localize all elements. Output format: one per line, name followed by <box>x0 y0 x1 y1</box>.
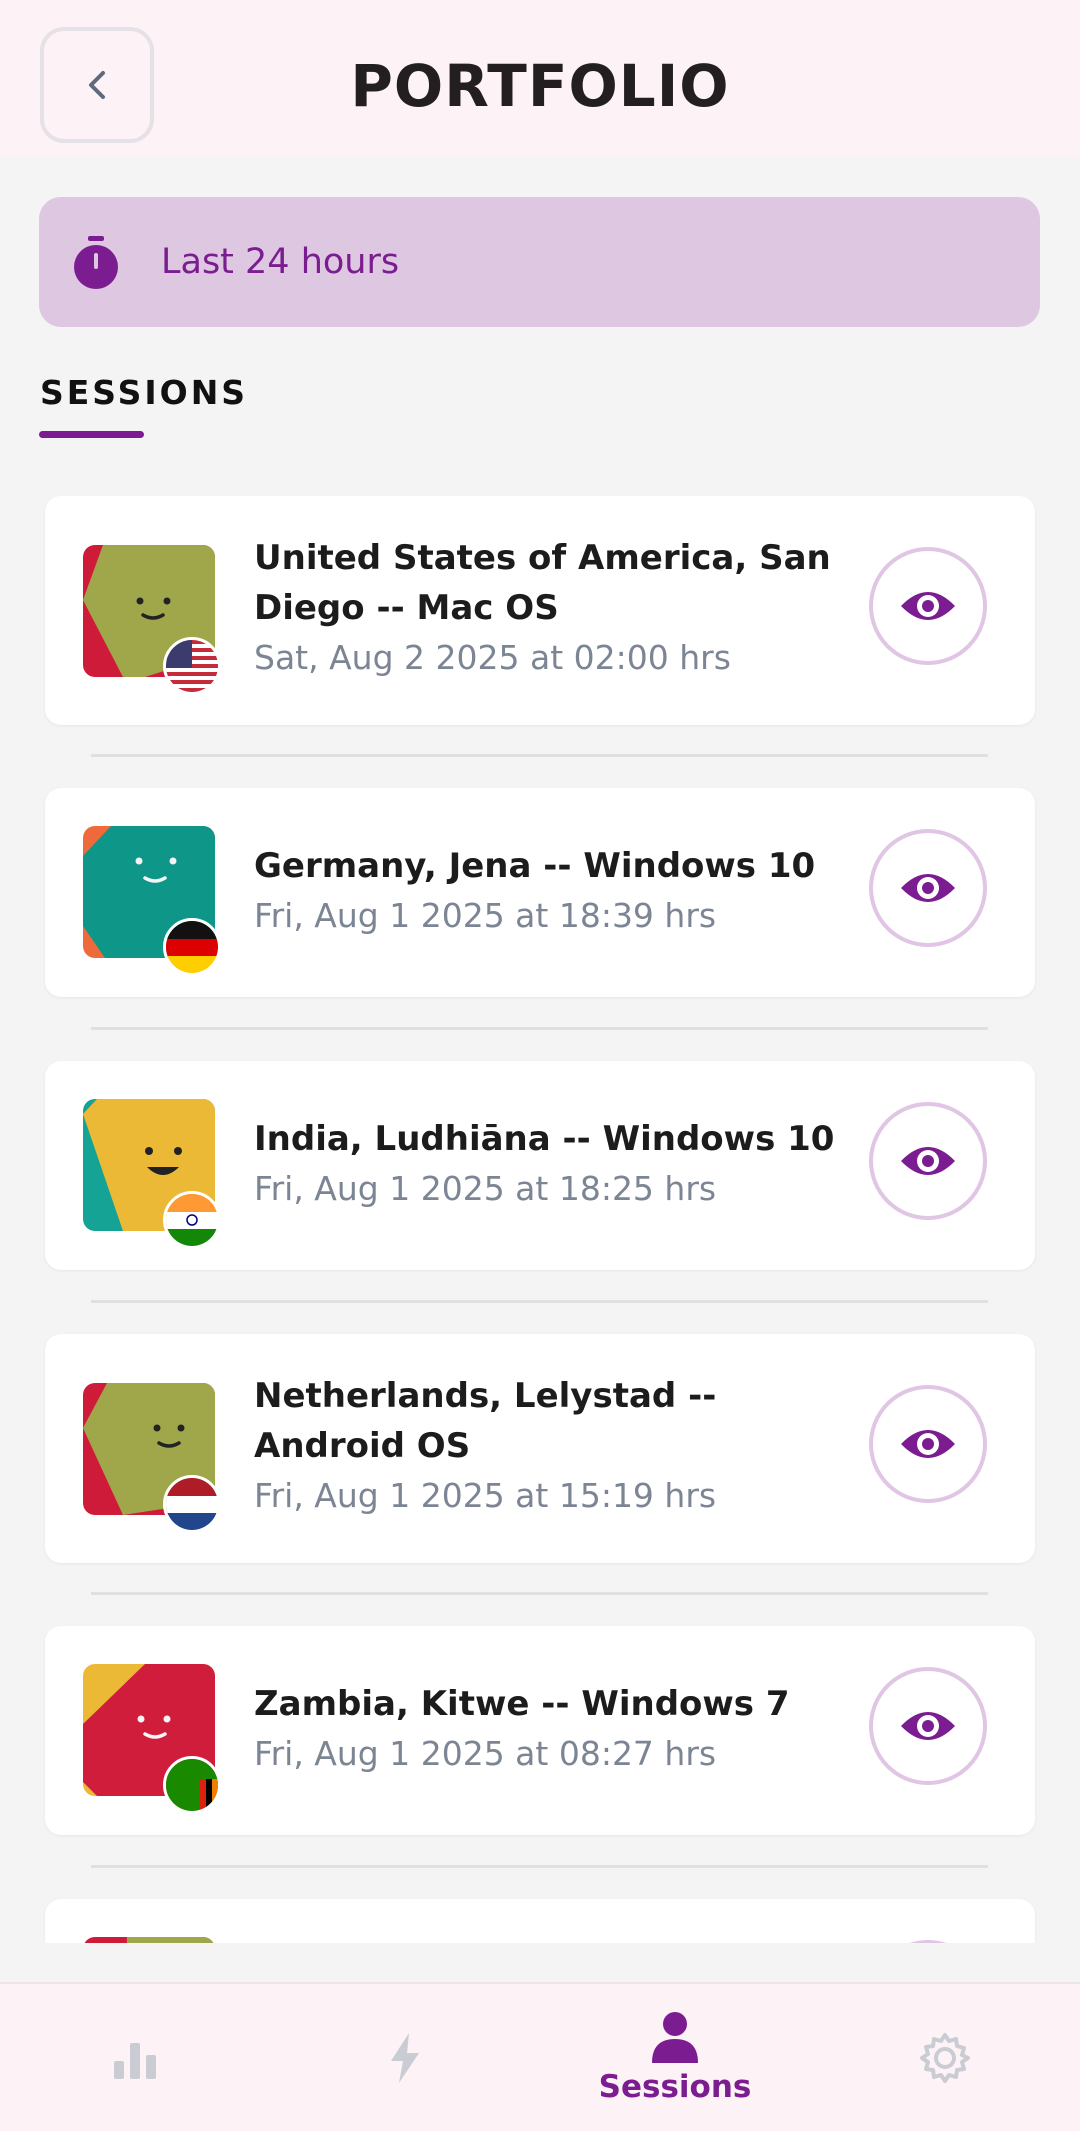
time-filter-label: Last 24 hours <box>161 242 400 282</box>
session-location: United States of America, San Diego -- M… <box>254 538 831 628</box>
session-avatar <box>83 826 221 976</box>
us-flag-icon <box>163 637 221 695</box>
stopwatch-icon <box>71 234 121 290</box>
session-avatar <box>83 1383 221 1533</box>
session-card[interactable]: Zambia, Kitwe -- Windows 7 Fri, Aug 1 20… <box>45 1626 1035 1835</box>
divider <box>91 1865 988 1868</box>
gear-icon <box>920 2032 970 2083</box>
lightning-icon <box>391 2032 419 2083</box>
session-date: Fri, Aug 1 2025 at 18:25 hrs <box>254 1169 717 1208</box>
bar-chart-icon <box>114 2042 156 2079</box>
divider <box>91 1300 988 1303</box>
session-location: Zambia, Kitwe -- Windows 7 <box>254 1684 790 1724</box>
view-session-button[interactable] <box>869 1940 987 1943</box>
eye-icon <box>901 874 955 902</box>
session-avatar <box>83 1099 221 1249</box>
section-underline <box>39 431 144 438</box>
nav-item-settings[interactable] <box>810 1984 1080 2131</box>
india-flag-icon <box>163 1191 221 1249</box>
divider <box>91 1027 988 1030</box>
nav-label-sessions: Sessions <box>598 2068 752 2105</box>
session-location: Germany, Jena -- Windows 10 <box>254 846 816 886</box>
view-session-button[interactable] <box>869 1102 987 1220</box>
session-card-partial[interactable] <box>45 1899 1035 1943</box>
divider <box>91 754 988 757</box>
app-header: PORTFOLIO <box>0 0 1080 157</box>
germany-flag-icon <box>163 918 221 976</box>
view-session-button[interactable] <box>869 829 987 947</box>
session-avatar <box>83 1937 215 1943</box>
session-avatar <box>83 545 221 695</box>
session-card[interactable]: Netherlands, Lelystad -- Android OS Fri,… <box>45 1334 1035 1563</box>
eye-icon <box>901 1430 955 1458</box>
page-title: PORTFOLIO <box>350 52 730 120</box>
nav-item-activity[interactable] <box>270 1984 540 2131</box>
divider <box>91 1592 988 1595</box>
zambia-flag-icon <box>163 1756 221 1814</box>
eye-icon <box>901 1147 955 1175</box>
session-card[interactable]: Germany, Jena -- Windows 10 Fri, Aug 1 2… <box>45 788 1035 997</box>
nav-item-sessions[interactable]: Sessions <box>540 1984 810 2131</box>
session-location: Netherlands, Lelystad -- Android OS <box>254 1376 717 1466</box>
eye-icon <box>901 1712 955 1740</box>
session-card[interactable]: United States of America, San Diego -- M… <box>45 496 1035 725</box>
session-date: Fri, Aug 1 2025 at 15:19 hrs <box>254 1476 717 1515</box>
session-card[interactable]: India, Ludhiāna -- Windows 10 Fri, Aug 1… <box>45 1061 1035 1270</box>
time-filter[interactable]: Last 24 hours <box>39 197 1040 327</box>
view-session-button[interactable] <box>869 1385 987 1503</box>
bottom-nav: Sessions <box>0 1982 1080 2131</box>
session-date: Sat, Aug 2 2025 at 02:00 hrs <box>254 638 731 677</box>
eye-icon <box>901 592 955 620</box>
nav-item-stats[interactable] <box>0 1984 270 2131</box>
user-icon <box>652 2011 698 2063</box>
session-location: India, Ludhiāna -- Windows 10 <box>254 1119 835 1159</box>
view-session-button[interactable] <box>869 547 987 665</box>
view-session-button[interactable] <box>869 1667 987 1785</box>
netherlands-flag-icon <box>163 1475 221 1533</box>
session-date: Fri, Aug 1 2025 at 18:39 hrs <box>254 896 717 935</box>
section-title: SESSIONS <box>40 373 249 412</box>
session-avatar <box>83 1664 221 1814</box>
session-date: Fri, Aug 1 2025 at 08:27 hrs <box>254 1734 717 1773</box>
